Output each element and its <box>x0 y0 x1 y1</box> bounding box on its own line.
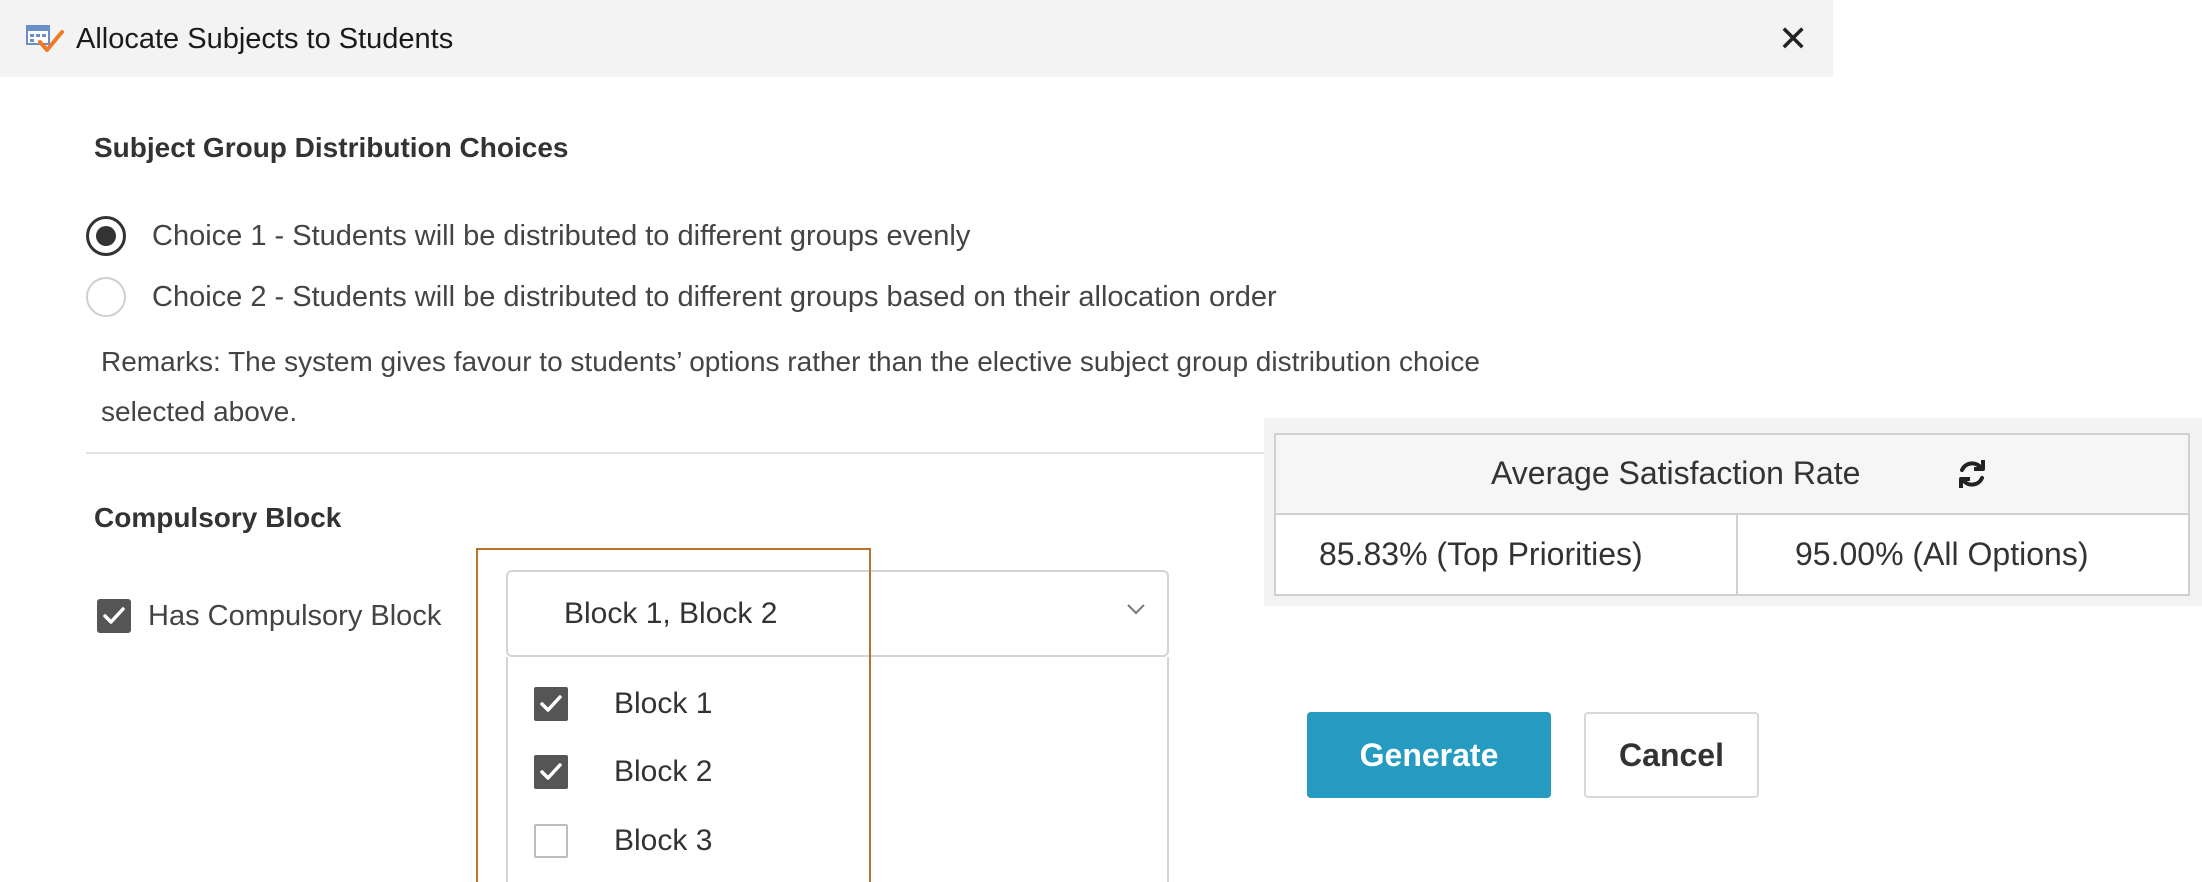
block-1-option[interactable]: Block 1 <box>534 687 1134 731</box>
choice-1-label: Choice 1 - Students will be distributed … <box>152 220 971 252</box>
generate-button[interactable]: Generate <box>1307 712 1551 798</box>
distribution-heading: Subject Group Distribution Choices <box>94 132 569 163</box>
has-compulsory-block-label: Has Compulsory Block <box>148 600 442 632</box>
has-compulsory-block-checkbox[interactable] <box>97 599 131 633</box>
block-2-checkbox[interactable] <box>534 755 568 789</box>
select-value: Block 1, Block 2 <box>564 597 778 630</box>
choice-2-label: Choice 2 - Students will be distributed … <box>152 281 1277 313</box>
compulsory-block-select[interactable]: Block 1, Block 2 <box>506 570 1169 657</box>
calendar-check-icon <box>26 24 64 54</box>
top-priorities-value: 85.83% (Top Priorities) <box>1319 536 1643 572</box>
checkmark-icon <box>540 695 562 712</box>
block-2-label: Block 2 <box>614 755 713 788</box>
checkmark-icon <box>540 763 562 780</box>
choice-1-radio[interactable] <box>86 216 126 256</box>
section-divider <box>86 452 1276 454</box>
remarks-line-1: Remarks: The system gives favour to stud… <box>101 346 1480 377</box>
cell-divider <box>1736 515 1738 596</box>
close-icon[interactable]: ✕ <box>1778 21 1808 57</box>
chevron-down-icon <box>1125 602 1147 621</box>
block-3-option[interactable]: Block 3 <box>534 824 1134 868</box>
checkmark-icon <box>103 607 125 624</box>
block-3-checkbox[interactable] <box>534 824 568 858</box>
refresh-icon[interactable] <box>1953 455 1991 493</box>
block-options-list: Block 1 Block 2 Block 3 <box>506 657 1169 882</box>
block-1-label: Block 1 <box>614 687 713 720</box>
satisfaction-title: Average Satisfaction Rate <box>1491 455 1861 491</box>
all-options-value: 95.00% (All Options) <box>1795 536 2089 572</box>
block-3-label: Block 3 <box>614 824 713 857</box>
window-title: Allocate Subjects to Students <box>76 23 454 55</box>
satisfaction-header: Average Satisfaction Rate <box>1276 435 2188 515</box>
block-1-checkbox[interactable] <box>534 687 568 721</box>
cancel-button[interactable]: Cancel <box>1584 712 1759 798</box>
block-2-option[interactable]: Block 2 <box>534 755 1134 799</box>
satisfaction-table: Average Satisfaction Rate 85.83% (Top Pr… <box>1274 433 2190 596</box>
choice-2-radio[interactable] <box>86 277 126 317</box>
title-bar: Allocate Subjects to Students ✕ <box>0 0 1833 77</box>
compulsory-heading: Compulsory Block <box>94 502 342 533</box>
